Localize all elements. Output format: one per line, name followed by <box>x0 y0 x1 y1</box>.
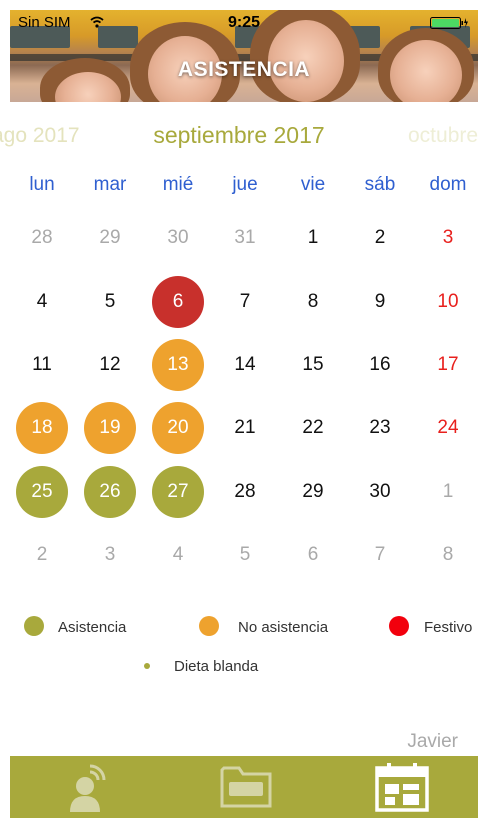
calendar-icon <box>375 763 429 812</box>
day[interactable]: 28 <box>219 466 271 518</box>
day-festivo[interactable]: 6 <box>152 276 204 328</box>
day-other-month[interactable]: 8 <box>422 529 474 581</box>
clock: 9:25 <box>228 14 261 31</box>
day-sunday[interactable]: 24 <box>422 402 474 454</box>
next-month[interactable]: octubre <box>408 124 478 148</box>
legend-asistencia-dot <box>24 616 44 636</box>
day-other-month[interactable]: 31 <box>219 212 271 264</box>
tab-bar <box>10 756 478 818</box>
legend-no-asistencia-label: No asistencia <box>238 619 329 636</box>
legend-asistencia-label: Asistencia <box>58 619 127 636</box>
day[interactable]: 12 <box>84 339 136 391</box>
header-banner: Sin SIM 9:25 ASISTENCIA <box>10 10 478 102</box>
legend-festivo-label: Festivo <box>424 619 473 636</box>
legend-no-asistencia-dot <box>199 616 219 636</box>
weekday-sab: sáb <box>364 174 396 195</box>
day-asistencia[interactable]: 25 <box>16 466 68 518</box>
day-other-month[interactable]: 3 <box>84 529 136 581</box>
day-no-asistencia[interactable]: 19 <box>84 402 136 454</box>
weekday-mie: mié <box>162 174 194 195</box>
current-month: septiembre 2017 <box>153 122 325 148</box>
day-other-month[interactable]: 7 <box>354 529 406 581</box>
day-other-month[interactable]: 1 <box>422 466 474 518</box>
weekday-jue: jue <box>232 174 258 195</box>
day-sunday[interactable]: 10 <box>422 276 474 328</box>
day-other-month[interactable]: 30 <box>152 212 204 264</box>
day-other-month[interactable]: 5 <box>219 529 271 581</box>
day-other-month[interactable]: 2 <box>16 529 68 581</box>
day[interactable]: 2 <box>354 212 406 264</box>
tab-attendance-contact[interactable] <box>52 762 132 818</box>
legend-dieta-blanda-label: Dieta blanda <box>174 658 259 675</box>
carrier-label: Sin SIM <box>18 14 71 31</box>
page-title: ASISTENCIA <box>177 58 311 81</box>
day[interactable]: 5 <box>84 276 136 328</box>
day[interactable]: 7 <box>219 276 271 328</box>
weekday-lun: lun <box>29 174 55 195</box>
tab-calendar[interactable] <box>362 762 442 818</box>
folder-icon <box>220 766 272 808</box>
weekday-dom: dom <box>429 174 467 195</box>
day-other-month[interactable]: 29 <box>84 212 136 264</box>
legend-dieta-blanda-dot <box>144 663 150 669</box>
day-asistencia[interactable]: 27 <box>152 466 204 518</box>
day[interactable]: 21 <box>219 402 271 454</box>
status-bar: Sin SIM 9:25 <box>10 10 478 34</box>
day[interactable]: 1 <box>287 212 339 264</box>
day-no-asistencia[interactable]: 20 <box>152 402 204 454</box>
weekday-mar: mar <box>93 174 127 195</box>
day-other-month[interactable]: 28 <box>16 212 68 264</box>
month-selector: ago 2017 septiembre 2017 octubre <box>0 120 478 152</box>
tab-documents[interactable] <box>206 762 286 818</box>
day[interactable]: 29 <box>287 466 339 518</box>
day[interactable]: 8 <box>287 276 339 328</box>
day[interactable]: 4 <box>16 276 68 328</box>
day[interactable]: 30 <box>354 466 406 518</box>
day[interactable]: 14 <box>219 339 271 391</box>
day[interactable]: 23 <box>354 402 406 454</box>
day-no-asistencia[interactable]: 18 <box>16 402 68 454</box>
user-name: Javier <box>407 731 458 752</box>
legend-festivo-dot <box>389 616 409 636</box>
day[interactable]: 16 <box>354 339 406 391</box>
person-signal-icon <box>70 764 106 812</box>
day-sunday[interactable]: 17 <box>422 339 474 391</box>
day-asistencia[interactable]: 26 <box>84 466 136 518</box>
wifi-icon <box>90 16 104 28</box>
battery-icon <box>430 17 468 29</box>
weekday-vie: vie <box>300 174 326 195</box>
day[interactable]: 9 <box>354 276 406 328</box>
day[interactable]: 11 <box>16 339 68 391</box>
day-no-asistencia[interactable]: 13 <box>152 339 204 391</box>
day-other-month[interactable]: 4 <box>152 529 204 581</box>
day[interactable]: 15 <box>287 339 339 391</box>
day-other-month[interactable]: 6 <box>287 529 339 581</box>
day[interactable]: 22 <box>287 402 339 454</box>
day-sunday[interactable]: 3 <box>422 212 474 264</box>
